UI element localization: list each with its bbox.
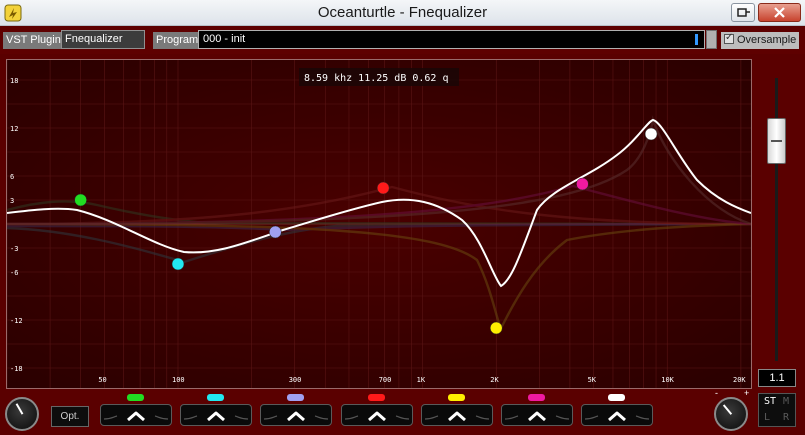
output-gain-knob[interactable] <box>714 397 748 431</box>
oversample-label: Oversample <box>737 34 797 46</box>
eq-band-node-7[interactable] <box>644 127 658 141</box>
band-color-indicator <box>528 394 545 401</box>
program-value: 000 - init <box>203 33 246 45</box>
bell-filter-icon <box>504 411 570 422</box>
db-tick-label: -6 <box>10 269 18 277</box>
freq-tick-label: 1K <box>417 376 426 384</box>
program-scroll-indicator <box>695 34 698 45</box>
eq-graph[interactable]: 18 12 6 3 -3 -6 -12 -18 50 100 300 700 1K 2K 5K 10K 20K … <box>6 59 752 389</box>
band-type-button[interactable] <box>501 404 573 426</box>
program-label: Program: <box>153 32 205 49</box>
mode-mid[interactable]: M <box>783 396 789 407</box>
options-button[interactable]: Opt. <box>51 406 89 427</box>
freq-tick-label: 5K <box>588 376 597 384</box>
eq-band-node-6[interactable] <box>576 177 589 191</box>
bell-filter-icon <box>184 411 249 422</box>
db-tick-label: -3 <box>10 245 18 253</box>
band-color-indicator <box>207 394 225 401</box>
eq-band-node-2[interactable] <box>171 257 185 271</box>
input-gain-knob[interactable] <box>5 397 39 431</box>
program-dropdown-button[interactable] <box>706 30 717 49</box>
oversample-toggle[interactable]: Oversample <box>721 32 800 49</box>
band-selector-5[interactable] <box>420 394 493 432</box>
db-tick-label: 3 <box>10 197 14 205</box>
vst-plugin-label: VST Plugin: <box>3 32 67 49</box>
eq-curve-canvas[interactable]: 181263-3-6-12-1850 100 300 700 1K 2K 5K 10K 20K … <box>7 60 751 388</box>
window-title: Oceanturtle - Fnequalizer <box>317 4 488 21</box>
close-icon <box>774 7 785 18</box>
band-type-button[interactable] <box>340 404 413 426</box>
freq-tick-label: 20K <box>733 376 746 384</box>
mode-left[interactable]: L <box>764 412 770 423</box>
program-select[interactable]: 000 - init <box>198 30 705 49</box>
plugin-name-field[interactable]: Fnequalizer <box>61 30 145 49</box>
oversample-checkbox[interactable] <box>724 32 734 44</box>
band-selector-3[interactable] <box>260 394 333 432</box>
bell-filter-icon <box>103 411 169 422</box>
title-bar: Oceanturtle - Fnequalizer <box>0 0 805 26</box>
band-color-indicator <box>127 394 144 401</box>
band-selector-4[interactable] <box>340 394 413 432</box>
band-type-button[interactable] <box>581 404 654 426</box>
eq-band-node-1[interactable] <box>74 193 87 207</box>
mode-stereo[interactable]: ST <box>764 396 776 407</box>
eq-band-node-4[interactable] <box>376 181 390 195</box>
band-selector-2[interactable] <box>180 394 253 432</box>
band-type-button[interactable] <box>420 404 493 426</box>
freq-tick-label: 50 <box>98 376 106 384</box>
knob-indicator <box>15 403 24 415</box>
db-tick-label: -12 <box>10 317 23 325</box>
close-button[interactable] <box>758 3 801 22</box>
band-type-button[interactable] <box>180 404 253 426</box>
channel-mode-selector[interactable]: ST M L R <box>758 393 796 427</box>
freq-tick-label: 100 <box>172 376 185 384</box>
band-color-indicator <box>367 394 385 401</box>
pin-button[interactable] <box>731 3 755 22</box>
band-selector-6[interactable] <box>501 394 573 432</box>
freq-tick-label: 10K <box>661 376 674 384</box>
knob-indicator <box>722 404 733 415</box>
master-gain-value: 1.1 <box>758 369 796 387</box>
host-toolbar: VST Plugin: Fnequalizer Program: 000 - i… <box>0 27 805 54</box>
eq-band-node-3[interactable] <box>269 225 282 239</box>
freq-tick-label: 300 <box>289 376 302 384</box>
db-tick-label: 18 <box>10 77 18 85</box>
bell-filter-icon <box>424 411 489 422</box>
band-color-indicator <box>287 394 305 401</box>
band-selector-7[interactable] <box>581 394 654 432</box>
master-gain-slider[interactable] <box>767 118 786 164</box>
band-color-indicator <box>447 394 465 401</box>
mode-right[interactable]: R <box>783 412 789 423</box>
band-type-button[interactable] <box>100 404 172 426</box>
db-tick-label: 6 <box>10 173 14 181</box>
knob-plus-label: + <box>744 388 750 398</box>
freq-tick-label: 2K <box>490 376 499 384</box>
freq-tick-label: 700 <box>379 376 392 384</box>
db-tick-label: 12 <box>10 125 18 133</box>
eq-readout: 8.59 khz 11.25 dB 0.62 q <box>304 73 449 84</box>
eq-band-node-5[interactable] <box>489 321 503 335</box>
db-tick-label: -18 <box>10 365 23 373</box>
band-selector-1[interactable] <box>100 394 172 432</box>
bell-filter-icon <box>344 411 409 422</box>
bell-filter-icon <box>264 411 329 422</box>
pin-icon <box>737 8 750 17</box>
knob-minus-label: - <box>715 388 718 398</box>
band-color-indicator <box>608 394 626 401</box>
band-type-button[interactable] <box>260 404 333 426</box>
bell-filter-icon <box>585 411 650 422</box>
